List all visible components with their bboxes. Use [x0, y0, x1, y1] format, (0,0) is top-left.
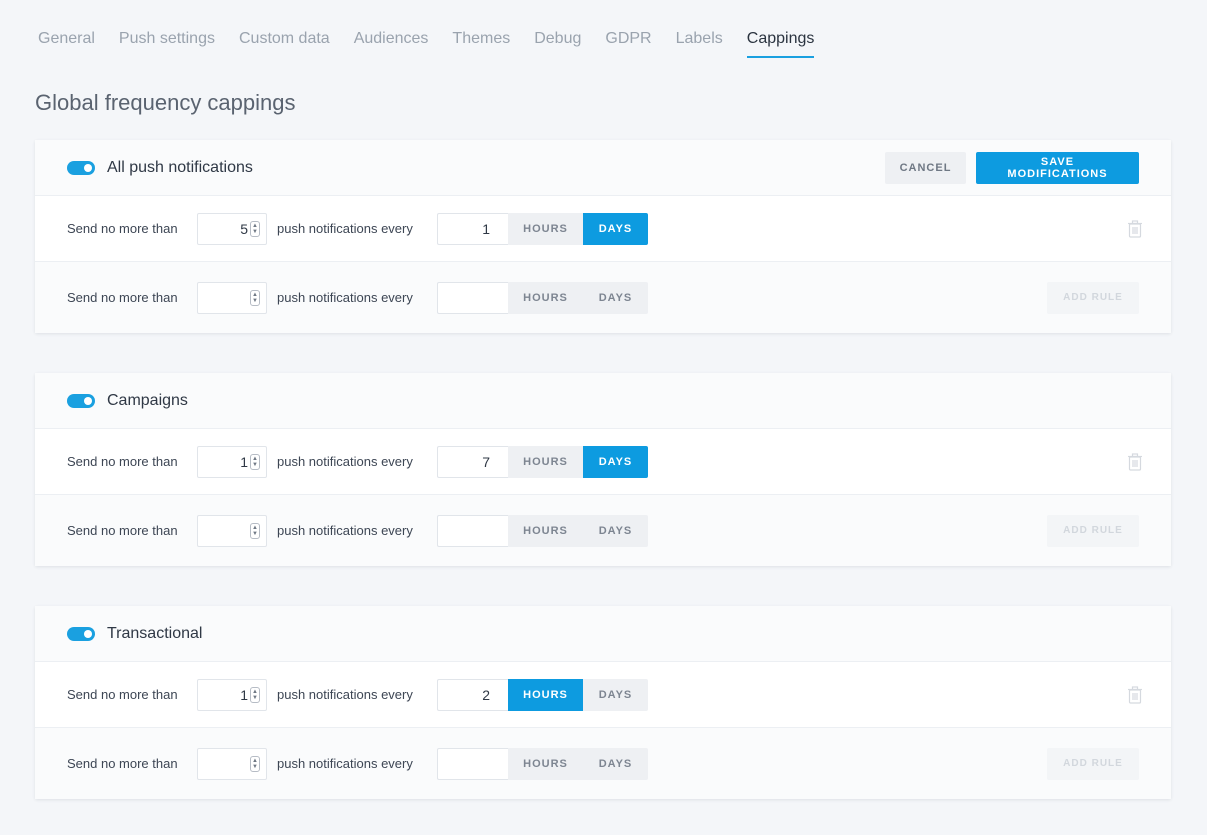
- period-value: 2: [482, 686, 490, 703]
- tab-gdpr[interactable]: GDPR: [605, 29, 651, 58]
- period-input[interactable]: 7: [437, 445, 508, 478]
- enabled-toggle[interactable]: [67, 160, 95, 175]
- rule-label-every: push notifications every: [277, 523, 413, 538]
- count-value: 5: [240, 220, 248, 237]
- stepper-arrows-icon[interactable]: ▲ ▼: [250, 686, 260, 703]
- capping-card-all-push: All push notifications CANCEL SAVE MODIF…: [35, 140, 1171, 333]
- stepper-arrows-icon[interactable]: ▲ ▼: [250, 289, 260, 306]
- rule-label-prefix: Send no more than: [67, 523, 178, 538]
- count-stepper[interactable]: 1 ▲ ▼: [197, 678, 267, 711]
- enabled-toggle[interactable]: [67, 626, 95, 641]
- trash-icon[interactable]: [1127, 685, 1143, 704]
- hours-toggle-button[interactable]: HOURS: [508, 747, 583, 780]
- rule-label-prefix: Send no more than: [67, 290, 178, 305]
- count-stepper[interactable]: 1 ▲ ▼: [197, 445, 267, 478]
- capping-rule-row: Send no more than 1 ▲ ▼ push notification…: [35, 429, 1171, 495]
- hours-toggle-button[interactable]: HOURS: [508, 514, 583, 547]
- rule-label-every: push notifications every: [277, 221, 413, 236]
- hours-toggle-button[interactable]: HOURS: [508, 445, 583, 478]
- hours-toggle-button[interactable]: HOURS: [508, 212, 583, 245]
- trash-icon[interactable]: [1127, 452, 1143, 471]
- count-value: 1: [240, 686, 248, 703]
- capping-rule-row: Send no more than 5 ▲ ▼ push notification…: [35, 196, 1171, 262]
- new-rule-row: Send no more than ▲ ▼ push notifications …: [35, 262, 1171, 333]
- days-toggle-button[interactable]: DAYS: [583, 514, 648, 547]
- trash-icon[interactable]: [1127, 219, 1143, 238]
- period-value: 7: [482, 453, 490, 470]
- card-header: All push notifications CANCEL SAVE MODIF…: [35, 140, 1171, 196]
- card-title: All push notifications: [107, 158, 253, 176]
- card-header: Transactional: [35, 606, 1171, 662]
- tab-custom-data[interactable]: Custom data: [239, 29, 330, 58]
- stepper-arrows-icon[interactable]: ▲ ▼: [250, 522, 260, 539]
- stepper-arrows-icon[interactable]: ▲ ▼: [250, 755, 260, 772]
- rule-label-every: push notifications every: [277, 687, 413, 702]
- hours-toggle-button[interactable]: HOURS: [508, 678, 583, 711]
- rule-label-prefix: Send no more than: [67, 454, 178, 469]
- add-rule-button[interactable]: ADD RULE: [1047, 514, 1139, 547]
- tab-debug[interactable]: Debug: [534, 29, 581, 58]
- period-input[interactable]: [437, 514, 508, 547]
- card-title: Campaigns: [107, 391, 188, 409]
- settings-tabs: General Push settings Custom data Audien…: [38, 29, 838, 59]
- days-toggle-button[interactable]: DAYS: [583, 281, 648, 314]
- cancel-button[interactable]: CANCEL: [885, 151, 966, 184]
- card-header: Campaigns: [35, 373, 1171, 429]
- capping-rule-row: Send no more than 1 ▲ ▼ push notification…: [35, 662, 1171, 728]
- tab-labels[interactable]: Labels: [676, 29, 723, 58]
- period-input[interactable]: [437, 281, 508, 314]
- hours-toggle-button[interactable]: HOURS: [508, 281, 583, 314]
- period-input[interactable]: 1: [437, 212, 508, 245]
- count-stepper[interactable]: ▲ ▼: [197, 747, 267, 780]
- capping-card-transactional: Transactional Send no more than 1 ▲ ▼ pus…: [35, 606, 1171, 799]
- tab-themes[interactable]: Themes: [452, 29, 510, 58]
- stepper-arrows-icon[interactable]: ▲ ▼: [250, 220, 260, 237]
- days-toggle-button[interactable]: DAYS: [583, 747, 648, 780]
- page-title: Global frequency cappings: [35, 90, 296, 115]
- rule-label-prefix: Send no more than: [67, 687, 178, 702]
- add-rule-button[interactable]: ADD RULE: [1047, 747, 1139, 780]
- tab-cappings[interactable]: Cappings: [746, 29, 815, 58]
- tab-general[interactable]: General: [38, 29, 95, 58]
- capping-card-campaigns: Campaigns Send no more than 1 ▲ ▼ push no…: [35, 373, 1171, 566]
- period-input[interactable]: [437, 747, 508, 780]
- count-stepper[interactable]: ▲ ▼: [197, 281, 267, 314]
- stepper-arrows-icon[interactable]: ▲ ▼: [250, 453, 260, 470]
- new-rule-row: Send no more than ▲ ▼ push notifications …: [35, 495, 1171, 566]
- save-modifications-button[interactable]: SAVE MODIFICATIONS: [976, 151, 1139, 184]
- days-toggle-button[interactable]: DAYS: [583, 212, 648, 245]
- rule-label-every: push notifications every: [277, 454, 413, 469]
- period-value: 1: [482, 220, 490, 237]
- rule-label-prefix: Send no more than: [67, 756, 178, 771]
- rule-label-every: push notifications every: [277, 290, 413, 305]
- tab-audiences[interactable]: Audiences: [354, 29, 429, 58]
- days-toggle-button[interactable]: DAYS: [583, 678, 648, 711]
- rule-label-every: push notifications every: [277, 756, 413, 771]
- add-rule-button[interactable]: ADD RULE: [1047, 281, 1139, 314]
- new-rule-row: Send no more than ▲ ▼ push notifications …: [35, 728, 1171, 799]
- card-title: Transactional: [107, 624, 203, 642]
- enabled-toggle[interactable]: [67, 393, 95, 408]
- rule-label-prefix: Send no more than: [67, 221, 178, 236]
- count-stepper[interactable]: ▲ ▼: [197, 514, 267, 547]
- count-stepper[interactable]: 5 ▲ ▼: [197, 212, 267, 245]
- header-actions: CANCEL SAVE MODIFICATIONS: [885, 151, 1139, 184]
- count-value: 1: [240, 453, 248, 470]
- period-input[interactable]: 2: [437, 678, 508, 711]
- tab-push-settings[interactable]: Push settings: [119, 29, 215, 58]
- days-toggle-button[interactable]: DAYS: [583, 445, 648, 478]
